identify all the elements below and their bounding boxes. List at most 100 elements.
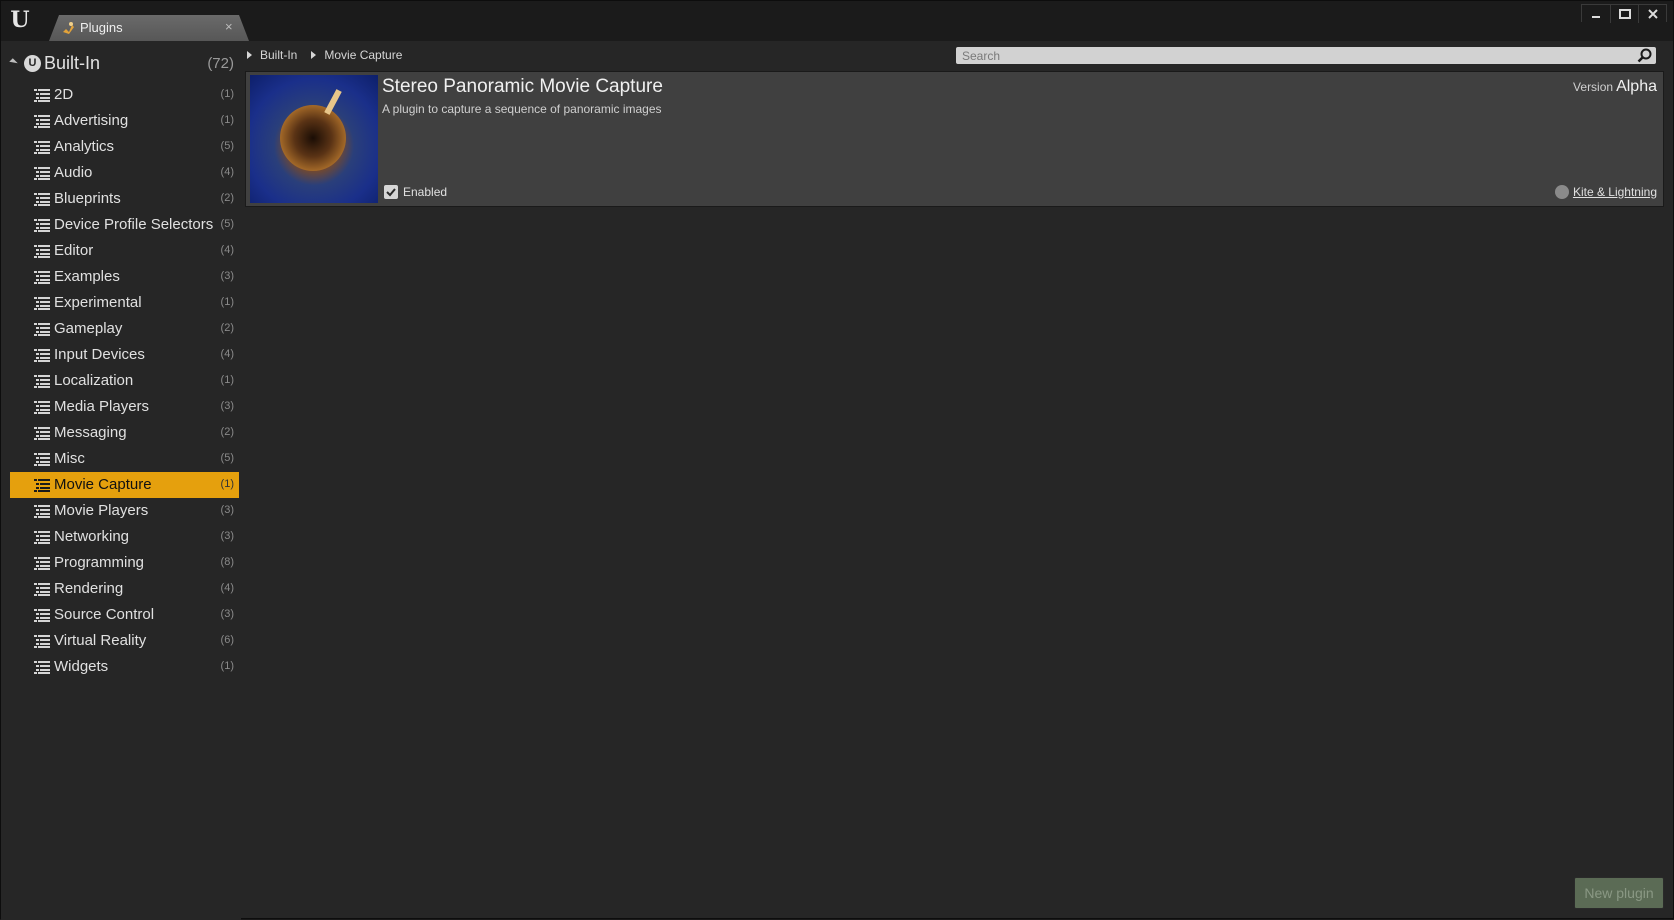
category-list-icon [34, 375, 50, 388]
category-item[interactable]: Movie Players (3) [10, 498, 239, 524]
category-item[interactable]: Programming (8) [10, 550, 239, 576]
expand-arrow-icon[interactable] [9, 58, 18, 67]
category-item[interactable]: Media Players (3) [10, 394, 239, 420]
search-icon[interactable] [1637, 48, 1653, 64]
category-list-icon [34, 453, 50, 466]
category-list-icon [34, 297, 50, 310]
new-plugin-button[interactable]: New plugin [1574, 877, 1664, 909]
category-item[interactable]: Device Profile Selectors (5) [10, 212, 239, 238]
category-item[interactable]: Blueprints (2) [10, 186, 239, 212]
version-label: Version [1573, 80, 1614, 94]
category-label: Networking [54, 528, 130, 545]
category-item[interactable]: Virtual Reality (6) [10, 628, 239, 654]
category-count: (5) [220, 218, 234, 230]
category-label: Editor [54, 242, 94, 259]
category-count: (3) [220, 270, 234, 282]
breadcrumb: Built-In Movie Capture [245, 47, 414, 63]
category-item[interactable]: Widgets (1) [10, 654, 239, 680]
maximize-button[interactable] [1610, 5, 1638, 23]
enabled-checkbox[interactable] [384, 185, 398, 199]
version-value: Alpha [1616, 78, 1657, 95]
category-item[interactable]: 2D (1) [10, 82, 239, 108]
minimize-button[interactable] [1582, 5, 1610, 23]
category-item[interactable]: Gameplay (2) [10, 316, 239, 342]
category-item[interactable]: Messaging (2) [10, 420, 239, 446]
category-label: Gameplay [54, 320, 123, 337]
globe-icon [1554, 185, 1569, 199]
close-button[interactable] [1638, 5, 1666, 23]
breadcrumb-arrow-icon[interactable] [247, 51, 252, 59]
category-item[interactable]: Audio (4) [10, 160, 239, 186]
category-item[interactable]: Editor (4) [10, 238, 239, 264]
author-link[interactable]: Kite & Lightning [1573, 185, 1657, 199]
plugin-description: A plugin to capture a sequence of panora… [382, 102, 662, 116]
category-label: Movie Players [54, 502, 149, 519]
category-label: Localization [54, 372, 134, 389]
category-item[interactable]: Rendering (4) [10, 576, 239, 602]
category-sidebar: U Built-In (72) 2D (1) Advertising (1) A… [1, 41, 241, 920]
category-label: Experimental [54, 294, 142, 311]
category-item[interactable]: Localization (1) [10, 368, 239, 394]
category-label: Virtual Reality [54, 632, 147, 649]
category-count: (5) [220, 452, 234, 464]
breadcrumb-item[interactable]: Movie Capture [324, 48, 402, 62]
category-list-icon [34, 427, 50, 440]
category-item[interactable]: Source Control (3) [10, 602, 239, 628]
category-list-icon [34, 219, 50, 232]
category-item[interactable]: Advertising (1) [10, 108, 239, 134]
category-count: (4) [220, 348, 234, 360]
category-item[interactable]: Experimental (1) [10, 290, 239, 316]
category-list-icon [34, 89, 50, 102]
tab-label: Plugins [80, 20, 123, 35]
category-list-icon [34, 609, 50, 622]
tab-plugins[interactable]: Plugins × [49, 15, 249, 41]
tab-close-icon[interactable]: × [225, 19, 233, 34]
category-count: (8) [220, 556, 234, 568]
category-label: Audio [54, 164, 93, 181]
category-list-icon [34, 141, 50, 154]
category-label: Rendering [54, 580, 124, 597]
category-list-icon [34, 531, 50, 544]
category-root-built-in[interactable]: U Built-In (72) [9, 52, 239, 76]
category-count: (1) [220, 478, 234, 490]
category-count: (3) [220, 530, 234, 542]
category-count: (3) [220, 400, 234, 412]
unreal-category-icon: U [24, 55, 41, 72]
category-root-label: Built-In [44, 53, 101, 73]
category-label: Misc [54, 450, 85, 467]
category-item[interactable]: Input Devices (4) [10, 342, 239, 368]
category-item[interactable]: Examples (3) [10, 264, 239, 290]
category-label: Analytics [54, 138, 115, 155]
category-count: (6) [220, 634, 234, 646]
maximize-icon [1618, 9, 1631, 19]
category-list-icon [34, 557, 50, 570]
category-list-icon [34, 635, 50, 648]
category-item-selected[interactable]: Movie Capture (1) [10, 472, 239, 498]
category-list-icon [34, 661, 50, 674]
category-list: 2D (1) Advertising (1) Analytics (5) Aud… [10, 82, 239, 680]
category-count: (5) [220, 140, 234, 152]
breadcrumb-arrow-icon[interactable] [311, 51, 317, 59]
category-item[interactable]: Networking (3) [10, 524, 239, 550]
enabled-toggle[interactable]: Enabled [384, 184, 447, 200]
category-count: (1) [220, 374, 234, 386]
category-list-icon [34, 115, 50, 128]
unreal-logo-icon[interactable]: U [7, 7, 33, 33]
breadcrumb-item[interactable]: Built-In [260, 48, 297, 62]
category-list-icon [34, 401, 50, 414]
category-item[interactable]: Misc (5) [10, 446, 239, 472]
category-count: (3) [220, 608, 234, 620]
category-label: Media Players [54, 398, 150, 415]
plugin-card[interactable]: Stereo Panoramic Movie Capture A plugin … [245, 71, 1664, 207]
category-count: (3) [220, 504, 234, 516]
category-root-count: (72) [207, 55, 234, 72]
category-item[interactable]: Analytics (5) [10, 134, 239, 160]
close-icon [1647, 9, 1658, 19]
plugin-title: Stereo Panoramic Movie Capture [382, 76, 663, 97]
category-list-icon [34, 167, 50, 180]
category-list-icon [34, 479, 50, 492]
plugin-thumbnail [250, 75, 378, 203]
category-label: Widgets [54, 658, 109, 675]
window-controls [1581, 4, 1667, 23]
search-input[interactable] [956, 47, 1626, 64]
